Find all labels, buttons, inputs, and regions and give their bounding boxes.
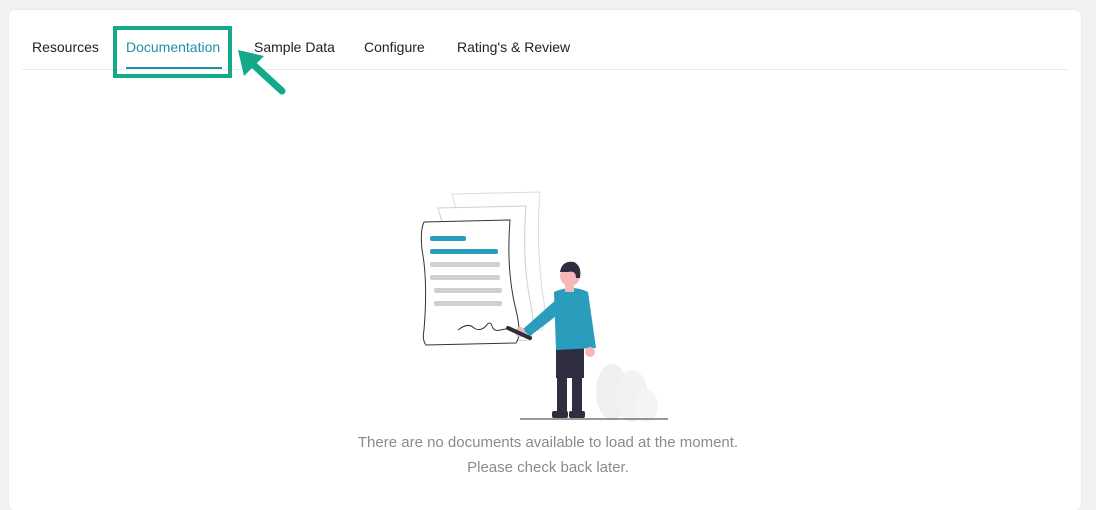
- tab-resources[interactable]: Resources: [32, 39, 99, 55]
- empty-state-submessage: Please check back later.: [467, 459, 629, 476]
- person-signing-document-illustration: [420, 191, 668, 422]
- pointer-arrow-icon: [238, 50, 286, 95]
- tab-ratings-review[interactable]: Rating's & Review: [457, 39, 570, 55]
- tab-configure[interactable]: Configure: [364, 39, 425, 55]
- empty-state-message: There are no documents available to load…: [357, 434, 739, 451]
- annotation-highlight-box: [113, 26, 232, 78]
